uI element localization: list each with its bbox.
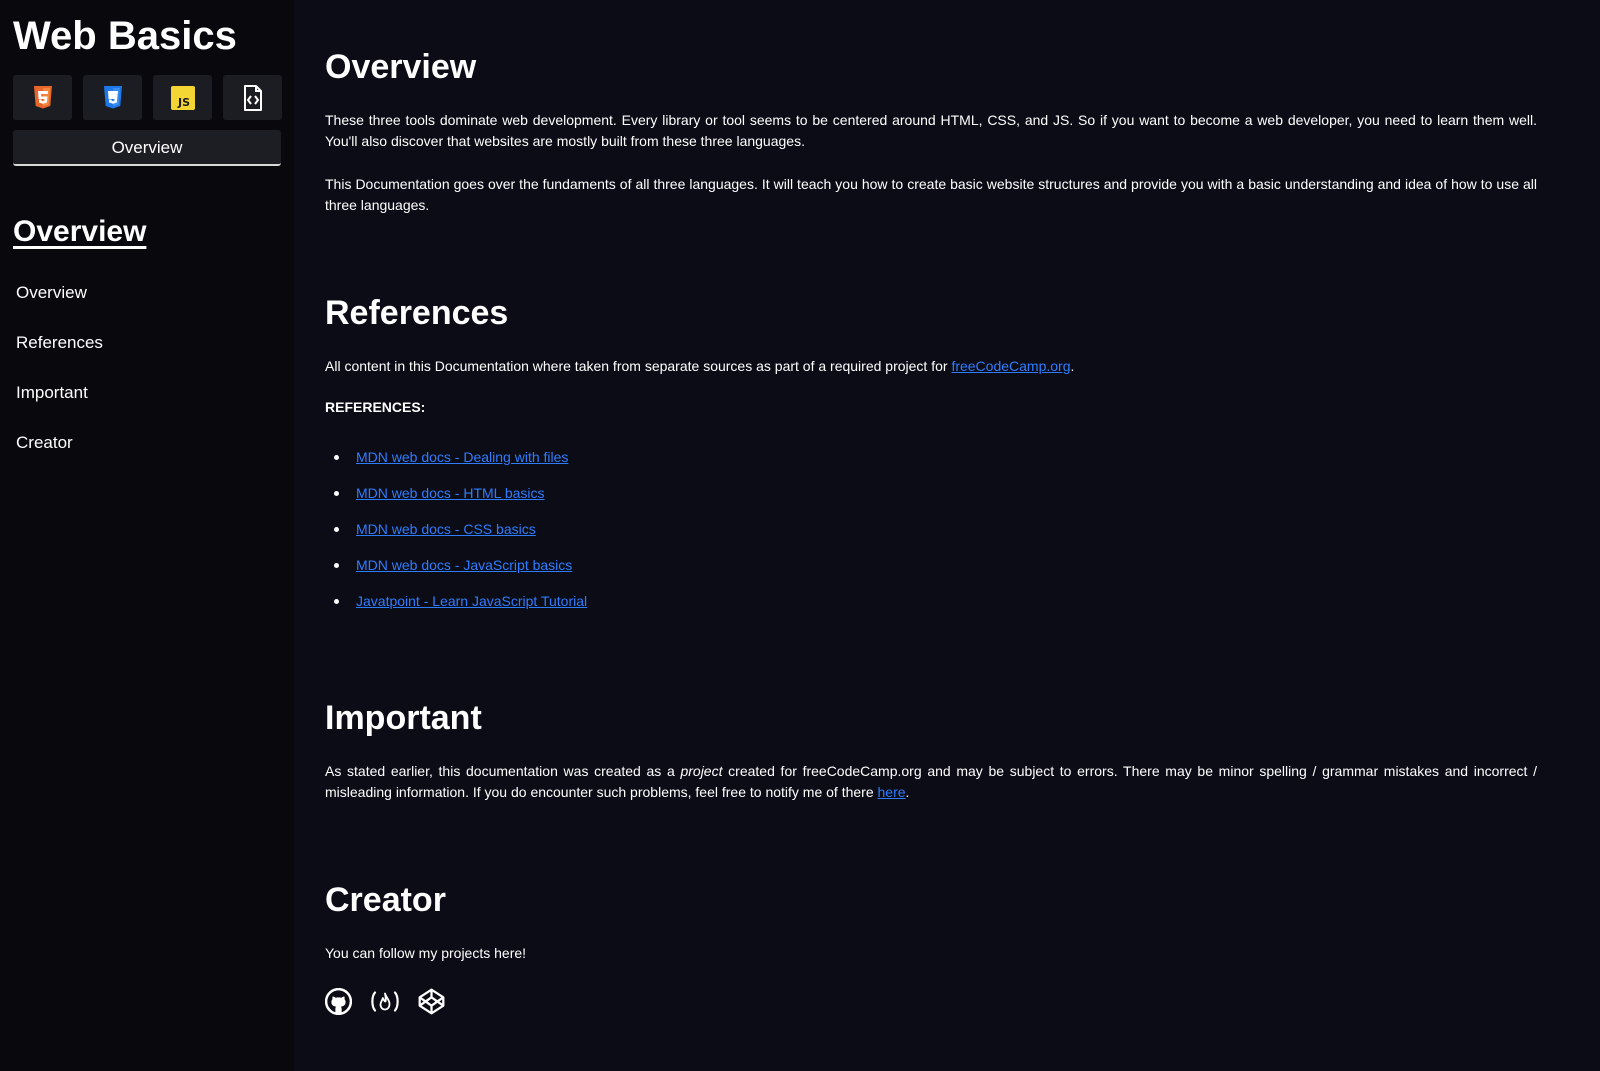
important-title: Important xyxy=(325,699,482,737)
list-item: MDN web docs - Dealing with files xyxy=(334,447,587,483)
github-icon[interactable] xyxy=(325,988,352,1015)
html5-button[interactable] xyxy=(13,75,72,120)
bullet xyxy=(334,491,339,496)
references-intro-end: . xyxy=(1070,358,1075,374)
bullet xyxy=(334,563,339,568)
site-title: Web Basics xyxy=(13,14,237,58)
nav-link-references[interactable]: References xyxy=(16,327,103,377)
overview-paragraph-1: These three tools dominate web developme… xyxy=(325,112,1537,149)
creator-title: Creator xyxy=(325,881,446,919)
html5-icon xyxy=(33,85,52,108)
important-paragraph: As stated earlier, this documentation wa… xyxy=(325,761,1537,802)
sidebar: Web Basics JS Overview Overview Overview… xyxy=(0,0,294,1071)
list-item: MDN web docs - JavaScript basics xyxy=(334,555,587,591)
codepen-icon[interactable] xyxy=(418,988,445,1015)
list-item: MDN web docs - CSS basics xyxy=(334,519,587,555)
references-intro-text: All content in this Documentation where … xyxy=(325,358,952,374)
creator-text: You can follow my projects here! xyxy=(325,945,527,961)
css3-button[interactable] xyxy=(83,75,142,120)
reference-link-javascript[interactable]: MDN web docs - JavaScript basics xyxy=(356,557,572,573)
reference-link-files[interactable]: MDN web docs - Dealing with files xyxy=(356,449,568,465)
code-file-icon xyxy=(243,84,262,111)
javascript-icon: JS xyxy=(170,85,195,110)
code-file-button[interactable] xyxy=(223,75,282,120)
references-label: REFERENCES: xyxy=(325,399,426,415)
references-title: References xyxy=(325,294,509,332)
here-link[interactable]: here xyxy=(878,784,906,800)
important-emphasis: project xyxy=(680,763,723,779)
overview-title: Overview xyxy=(325,48,477,86)
reference-link-css[interactable]: MDN web docs - CSS basics xyxy=(356,521,536,537)
freecodecamp-icon[interactable] xyxy=(369,988,401,1015)
list-item: Javatpoint - Learn JavaScript Tutorial xyxy=(334,591,587,627)
reference-link-html[interactable]: MDN web docs - HTML basics xyxy=(356,485,545,501)
references-list: MDN web docs - Dealing with files MDN we… xyxy=(325,447,587,627)
social-links xyxy=(325,988,445,1015)
freecodecamp-link[interactable]: freeCodeCamp.org xyxy=(951,358,1070,374)
css3-icon xyxy=(103,85,122,108)
important-text-start: As stated earlier, this documentation wa… xyxy=(325,763,681,779)
references-intro: All content in this Documentation where … xyxy=(325,356,1537,377)
important-text-end: . xyxy=(905,783,910,800)
nav-link-overview[interactable]: Overview xyxy=(16,277,103,327)
bullet xyxy=(334,455,339,460)
nav-list: Overview References Important Creator xyxy=(16,277,103,477)
tech-icon-row: JS xyxy=(13,75,282,120)
overview-paragraph-2: This Documentation goes over the fundame… xyxy=(325,176,1537,213)
bullet xyxy=(334,527,339,532)
javascript-button[interactable]: JS xyxy=(153,75,212,120)
list-item: MDN web docs - HTML basics xyxy=(334,483,587,519)
svg-text:JS: JS xyxy=(176,96,189,109)
nav-link-important[interactable]: Important xyxy=(16,377,103,427)
overview-button[interactable]: Overview xyxy=(13,130,281,166)
nav-link-creator[interactable]: Creator xyxy=(16,427,103,477)
reference-link-javatpoint[interactable]: Javatpoint - Learn JavaScript Tutorial xyxy=(356,593,587,609)
nav-heading: Overview xyxy=(13,215,147,248)
bullet xyxy=(334,599,339,604)
